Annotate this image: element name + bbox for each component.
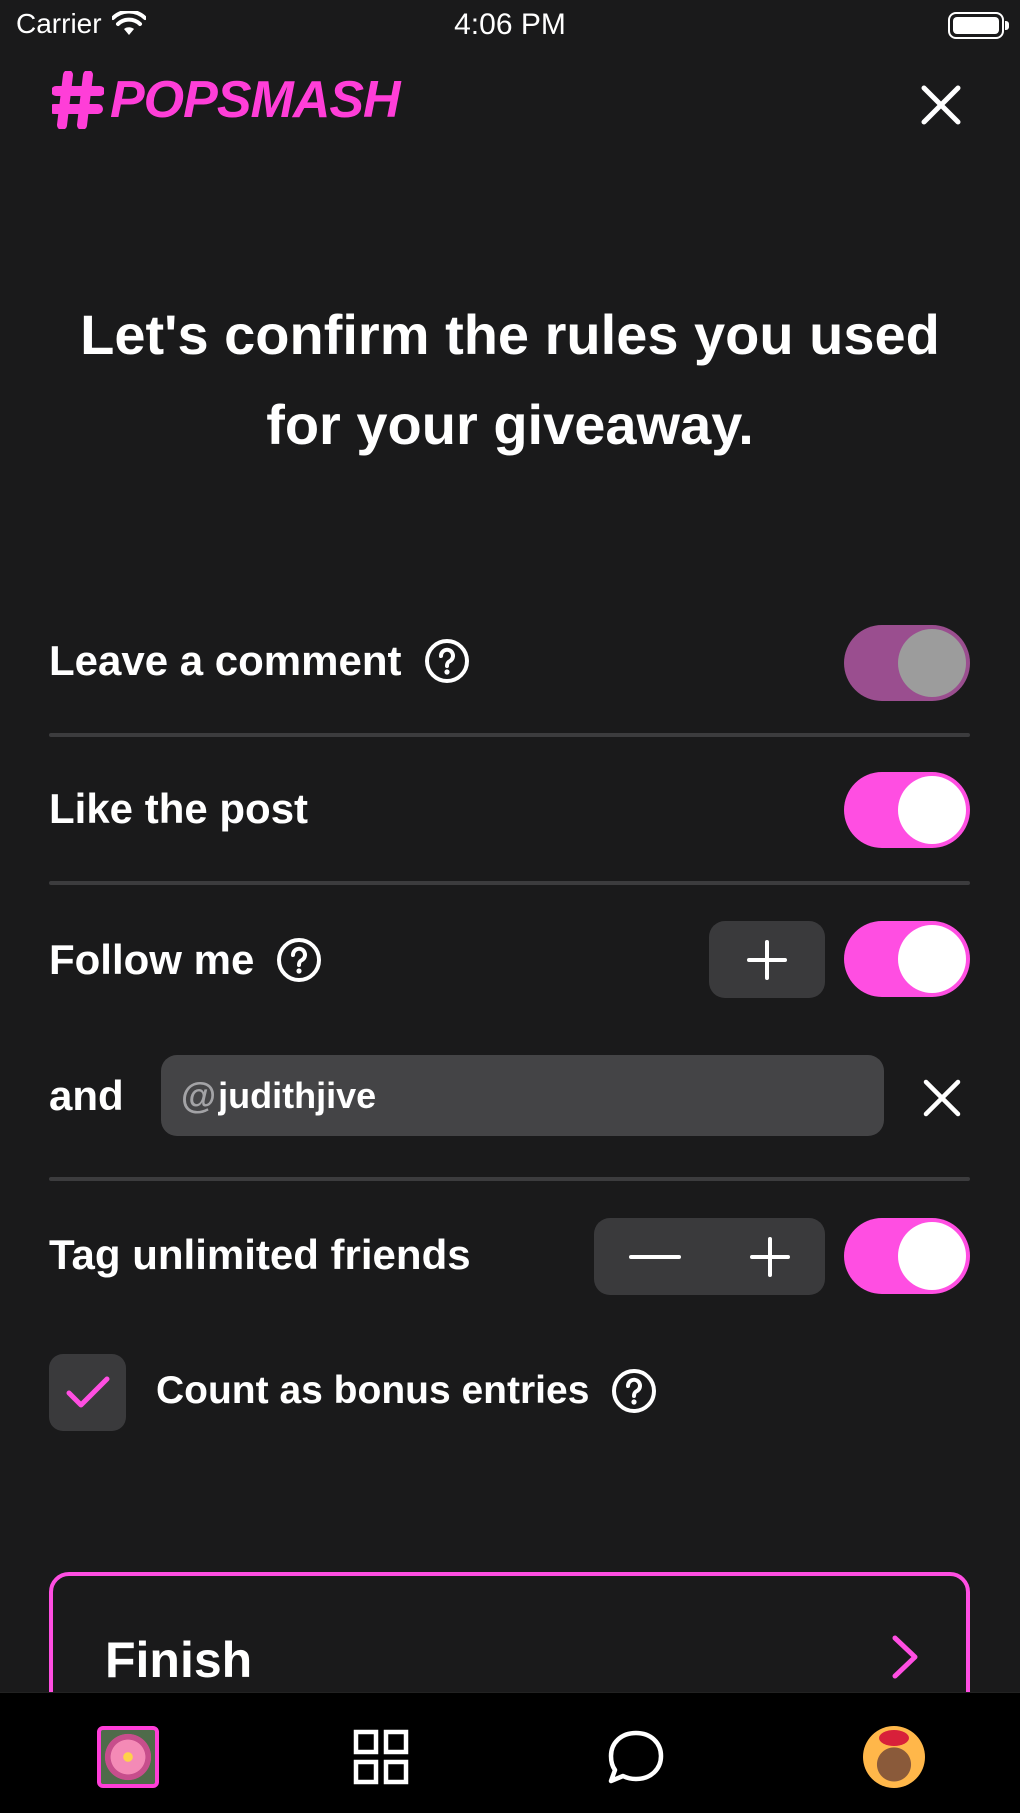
chevron-right-icon	[892, 1635, 918, 1679]
follow-account-field[interactable]: @	[161, 1055, 884, 1136]
follow-account-input[interactable]	[218, 1074, 819, 1117]
add-account-button[interactable]	[709, 921, 825, 998]
logo-text: POPSMASH	[110, 71, 401, 129]
rule-follow-label: Follow me	[49, 936, 255, 983]
plus-icon	[747, 939, 787, 980]
divider	[49, 881, 970, 885]
rule-like-label: Like the post	[49, 785, 309, 832]
rule-comment-toggle[interactable]	[844, 625, 970, 701]
app-logo: POPSMASH	[52, 70, 401, 130]
rule-follow-toggle[interactable]	[844, 921, 970, 997]
help-icon[interactable]	[611, 1368, 657, 1414]
divider	[49, 1177, 970, 1181]
help-icon[interactable]	[276, 937, 322, 983]
giveaway-photo-thumbnail	[97, 1726, 159, 1788]
hashtag-icon	[52, 71, 104, 129]
chat-bubble-icon	[608, 1730, 664, 1784]
profile-avatar	[863, 1726, 925, 1788]
rule-tag-toggle[interactable]	[844, 1218, 970, 1294]
rule-comment-label: Leave a comment	[49, 637, 402, 684]
tab-giveaway[interactable]	[96, 1725, 160, 1789]
divider	[49, 733, 970, 737]
minus-icon[interactable]	[628, 1237, 681, 1277]
page-title: Let's confirm the rules you used for you…	[80, 303, 940, 456]
finish-label: Finish	[105, 1632, 253, 1688]
close-icon[interactable]	[916, 80, 966, 130]
plus-icon[interactable]	[750, 1236, 791, 1277]
bonus-entries-row: Count as bonus entries	[156, 1368, 657, 1414]
tag-count-stepper[interactable]	[594, 1218, 825, 1295]
grid-icon	[353, 1729, 409, 1785]
battery-icon	[948, 12, 1009, 39]
bonus-entries-label: Count as bonus entries	[156, 1369, 590, 1412]
and-label: and	[49, 1072, 124, 1119]
tab-profile[interactable]	[862, 1725, 926, 1789]
checkmark-icon	[66, 1376, 109, 1407]
bonus-entries-checkbox[interactable]	[49, 1354, 126, 1431]
tab-chat[interactable]	[604, 1725, 668, 1789]
tab-grid[interactable]	[349, 1725, 413, 1789]
rule-tag-row: Tag unlimited friends	[49, 1231, 471, 1279]
remove-account-icon[interactable]	[922, 1078, 962, 1118]
at-prefix: @	[181, 1074, 217, 1116]
tab-bar	[0, 1692, 1020, 1813]
help-icon[interactable]	[424, 638, 470, 684]
rule-comment-row: Leave a comment	[49, 637, 470, 685]
rule-tag-label: Tag unlimited friends	[49, 1231, 471, 1278]
rule-follow-row: Follow me	[49, 936, 322, 984]
rule-like-toggle[interactable]	[844, 772, 970, 848]
status-time: 4:06 PM	[454, 8, 566, 41]
rule-like-row: Like the post	[49, 785, 308, 833]
